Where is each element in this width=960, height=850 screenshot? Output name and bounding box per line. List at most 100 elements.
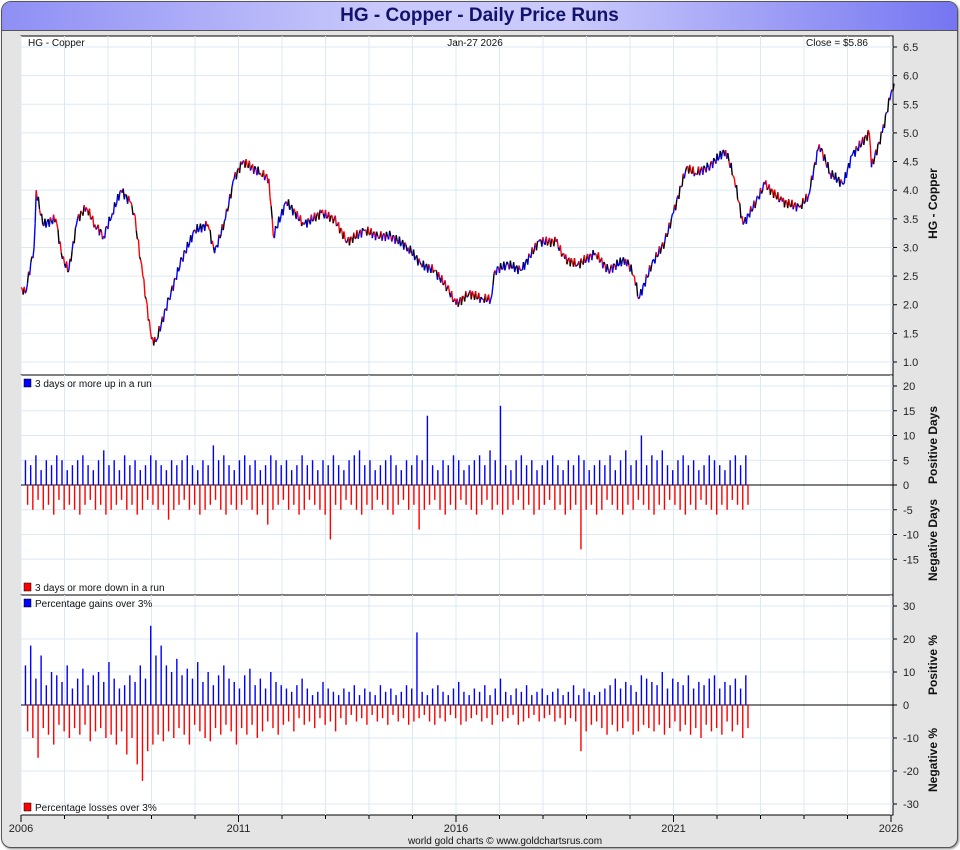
y-tick-label: -5 <box>903 505 913 517</box>
negative-bar <box>73 485 76 510</box>
positive-bar <box>35 678 37 705</box>
positive-bar <box>546 460 549 485</box>
negative-bar <box>695 485 697 510</box>
negative-bar <box>167 705 170 732</box>
negative-bar <box>334 485 337 505</box>
price-segment <box>646 275 650 278</box>
price-segment <box>350 236 352 239</box>
negative-bar <box>428 485 431 505</box>
negative-bar <box>178 705 180 729</box>
negative-bar <box>136 485 138 515</box>
price-segment <box>307 217 310 221</box>
positive-bar <box>123 685 126 705</box>
positive-bar <box>160 645 162 705</box>
negative-bar <box>684 485 687 515</box>
price-segment <box>656 255 659 258</box>
negative-bar <box>637 485 640 500</box>
negative-bar <box>715 485 718 515</box>
positive-bar <box>134 681 136 705</box>
positive-bar <box>243 455 246 485</box>
positive-bar <box>504 465 507 485</box>
negative-bar <box>548 705 551 715</box>
negative-bar <box>84 705 86 725</box>
negative-bar <box>293 705 295 732</box>
positive-bar <box>645 678 648 705</box>
negative-bar <box>444 485 446 515</box>
negative-bar <box>423 485 426 510</box>
negative-bar <box>590 485 593 505</box>
negative-bar <box>747 485 749 505</box>
y-axis-title-positive: Positive Days <box>926 406 940 484</box>
positive-bar <box>551 691 554 705</box>
positive-bar <box>322 460 324 485</box>
negative-bar <box>736 705 739 725</box>
negative-bar <box>146 705 149 752</box>
negative-bar <box>517 705 520 725</box>
price-segment <box>378 237 381 240</box>
price-segment <box>884 111 888 115</box>
negative-bar <box>648 705 650 729</box>
negative-bar <box>63 485 65 510</box>
negative-bar <box>110 485 112 510</box>
negative-bar <box>595 485 598 515</box>
negative-bar <box>423 705 426 715</box>
price-segment <box>232 178 235 182</box>
positive-bar <box>24 665 27 705</box>
negative-bar <box>454 485 457 510</box>
price-segment <box>274 225 278 229</box>
positive-bar <box>327 465 329 485</box>
positive-bar <box>270 455 272 485</box>
y-axis-title-positive: Positive % <box>926 635 940 695</box>
price-segment <box>144 296 147 299</box>
x-tick-label: 2026 <box>879 823 903 835</box>
negative-bar <box>507 485 509 510</box>
negative-bar <box>204 485 206 510</box>
negative-bar <box>220 705 222 735</box>
positive-bar <box>536 470 538 485</box>
price-segment <box>223 218 227 222</box>
negative-bar <box>235 485 238 510</box>
positive-bar <box>468 695 470 705</box>
negative-bar <box>512 485 514 505</box>
price-segment <box>784 199 788 202</box>
positive-bar <box>713 675 716 705</box>
negative-bar <box>407 485 410 510</box>
positive-bar <box>243 675 246 705</box>
positive-bar <box>66 470 68 485</box>
price-segment <box>731 174 734 177</box>
negative-bar <box>225 485 227 515</box>
negative-bar <box>303 485 305 510</box>
price-segment <box>485 299 489 303</box>
positive-bar <box>348 460 350 485</box>
negative-bar <box>26 485 29 505</box>
positive-bar <box>520 691 523 705</box>
negative-bar <box>726 705 728 722</box>
price-segment <box>345 241 348 244</box>
positive-bar <box>228 465 230 485</box>
positive-bar <box>186 668 188 705</box>
positive-bar <box>82 455 84 485</box>
negative-bar <box>512 705 514 715</box>
x-tick-label: 2006 <box>9 823 33 835</box>
negative-bar <box>689 485 692 505</box>
positive-bar <box>672 470 674 485</box>
negative-bar <box>392 485 394 515</box>
positive-bar <box>108 662 110 705</box>
y-tick-label: 0 <box>903 700 909 712</box>
negative-bar <box>381 485 384 505</box>
positive-bar <box>745 675 747 705</box>
positive-bar <box>640 675 643 705</box>
positive-bar <box>337 465 340 485</box>
positive-bar <box>687 465 690 485</box>
negative-bar <box>611 705 613 725</box>
positive-bar <box>301 455 303 485</box>
negative-bar <box>345 485 347 500</box>
positive-bar <box>317 470 319 485</box>
price-segment <box>613 263 616 266</box>
negative-bar <box>334 705 337 732</box>
price-segment <box>404 242 407 246</box>
negative-bar <box>397 705 399 722</box>
positive-bar <box>311 695 314 705</box>
positive-bar <box>92 470 95 485</box>
negative-bar <box>240 705 243 729</box>
